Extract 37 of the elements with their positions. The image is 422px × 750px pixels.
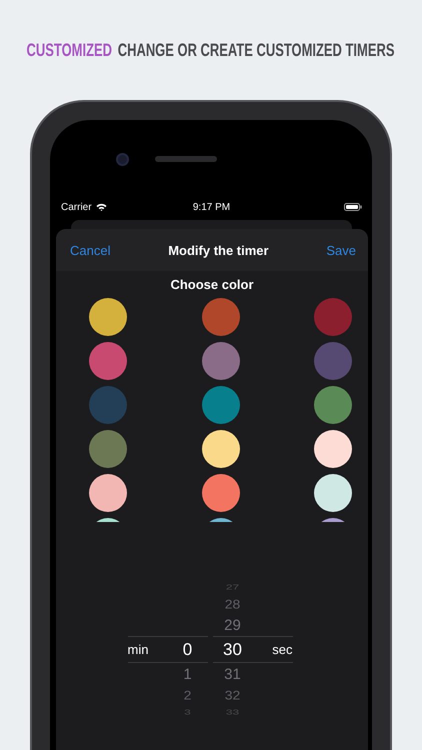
color-swatch[interactable]: [314, 298, 352, 336]
color-swatch[interactable]: [314, 430, 352, 468]
battery-icon: [344, 203, 362, 211]
picker-value[interactable]: 2: [184, 688, 192, 702]
headline-accent: CUSTOMIZED: [27, 40, 112, 60]
color-swatch[interactable]: [202, 386, 240, 424]
unit-label: sec: [271, 642, 292, 657]
picker-value[interactable]: 31: [224, 666, 241, 682]
color-swatch[interactable]: [89, 474, 127, 512]
color-swatch[interactable]: [89, 342, 127, 380]
color-swatch[interactable]: [314, 386, 352, 424]
carrier-label: Carrier: [61, 202, 92, 212]
headline: CHANGE OR CREATE CUSTOMIZED TIMERS: [118, 40, 395, 60]
color-swatch[interactable]: [314, 474, 352, 512]
color-swatch[interactable]: [202, 342, 240, 380]
picker-value[interactable]: 28: [224, 598, 240, 610]
color-swatch[interactable]: [202, 298, 240, 336]
color-swatch[interactable]: [314, 342, 352, 380]
save-button[interactable]: Save: [326, 242, 356, 258]
wifi-icon: [96, 203, 107, 211]
sheet-title: Modify the timer: [168, 242, 269, 258]
color-swatch[interactable]: [202, 430, 240, 468]
unit-label: min: [128, 642, 150, 657]
speaker-icon: [154, 156, 216, 162]
cancel-button[interactable]: Cancel: [70, 242, 110, 258]
clock-time: 9:17 PM: [192, 202, 230, 212]
color-swatch[interactable]: [89, 298, 127, 336]
color-swatch[interactable]: [89, 430, 127, 468]
picker-value[interactable]: 0: [182, 641, 192, 658]
picker-value[interactable]: 32: [224, 688, 240, 702]
picker-value[interactable]: 30: [223, 641, 242, 658]
color-swatch[interactable]: [202, 474, 240, 512]
picker-value[interactable]: 1: [183, 666, 192, 682]
picker-value[interactable]: 29: [224, 618, 241, 632]
section-title: Choose color: [169, 277, 255, 292]
camera-icon: [116, 152, 128, 166]
color-swatch[interactable]: [89, 386, 127, 424]
